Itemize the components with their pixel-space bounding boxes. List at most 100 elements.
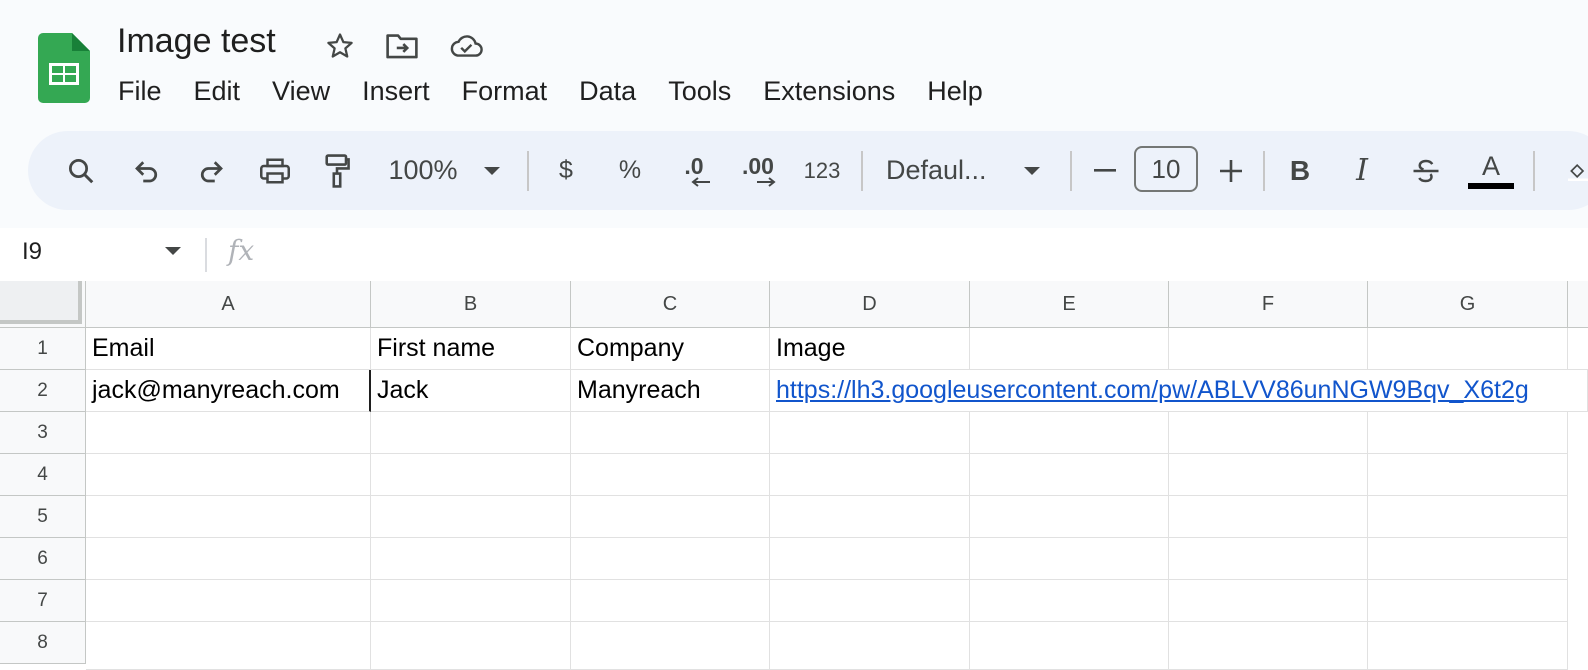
decrease-decimal-button[interactable]: .0 [672, 131, 716, 210]
cell-f7[interactable] [1169, 580, 1368, 622]
cell-d3[interactable] [770, 412, 970, 454]
paint-format-button[interactable] [316, 131, 358, 210]
cell-d8[interactable] [770, 622, 970, 670]
font-dropdown-arrow[interactable] [1020, 131, 1044, 210]
text-color-button[interactable]: A [1468, 131, 1514, 210]
cell-h1[interactable] [1568, 328, 1588, 370]
menu-format[interactable]: Format [446, 72, 564, 114]
cell-b4[interactable] [371, 454, 571, 496]
name-box[interactable]: I9 [22, 238, 42, 266]
cell-g1[interactable] [1368, 328, 1568, 370]
cell-c2[interactable]: Manyreach [571, 370, 770, 412]
cell-a8[interactable] [86, 622, 371, 670]
cell-g3[interactable] [1368, 412, 1568, 454]
cell-b7[interactable] [371, 580, 571, 622]
cell-g6[interactable] [1368, 538, 1568, 580]
cell-g5[interactable] [1368, 496, 1568, 538]
cell-f1[interactable] [1169, 328, 1368, 370]
redo-button[interactable] [190, 131, 232, 210]
cell-a3[interactable] [86, 412, 371, 454]
cell-b1[interactable]: First name [371, 328, 571, 370]
more-formats-button[interactable]: 123 [798, 131, 846, 210]
cell-d4[interactable] [770, 454, 970, 496]
row-header-2[interactable]: 2 [0, 370, 86, 412]
cell-f8[interactable] [1169, 622, 1368, 670]
font-size-input[interactable]: 10 [1134, 146, 1198, 192]
cell-e1[interactable] [970, 328, 1169, 370]
cell-g4[interactable] [1368, 454, 1568, 496]
cell-e5[interactable] [970, 496, 1169, 538]
cell-e6[interactable] [970, 538, 1169, 580]
cell-c5[interactable] [571, 496, 770, 538]
zoom-select[interactable]: 100% [378, 131, 468, 210]
zoom-dropdown-arrow[interactable] [480, 131, 504, 210]
cell-d7[interactable] [770, 580, 970, 622]
caret-down-icon[interactable] [164, 246, 182, 256]
cell-g8[interactable] [1368, 622, 1568, 670]
cell-a5[interactable] [86, 496, 371, 538]
cell-f3[interactable] [1169, 412, 1368, 454]
cell-b5[interactable] [371, 496, 571, 538]
star-icon[interactable] [322, 28, 358, 64]
cell-a7[interactable] [86, 580, 371, 622]
cell-a2[interactable]: jack@manyreach.com [86, 370, 371, 412]
cell-e4[interactable] [970, 454, 1169, 496]
column-header-f[interactable]: F [1169, 281, 1368, 328]
decrease-font-size-button[interactable] [1088, 131, 1122, 210]
cell-c4[interactable] [571, 454, 770, 496]
cell-f4[interactable] [1169, 454, 1368, 496]
row-header-3[interactable]: 3 [0, 412, 86, 454]
column-header-c[interactable]: C [571, 281, 770, 328]
menu-tools[interactable]: Tools [652, 72, 747, 114]
row-header-8[interactable]: 8 [0, 622, 86, 664]
cell-b3[interactable] [371, 412, 571, 454]
cell-e3[interactable] [970, 412, 1169, 454]
cell-d5[interactable] [770, 496, 970, 538]
cell-e7[interactable] [970, 580, 1169, 622]
menu-view[interactable]: View [256, 72, 346, 114]
column-header-h[interactable] [1568, 281, 1588, 328]
column-header-b[interactable]: B [371, 281, 571, 328]
cell-c1[interactable]: Company [571, 328, 770, 370]
cell-a4[interactable] [86, 454, 371, 496]
cell-d6[interactable] [770, 538, 970, 580]
row-header-1[interactable]: 1 [0, 328, 86, 370]
search-menus-button[interactable] [60, 131, 102, 210]
column-header-e[interactable]: E [970, 281, 1169, 328]
percent-format-button[interactable]: % [612, 131, 648, 210]
row-header-7[interactable]: 7 [0, 580, 86, 622]
row-header-6[interactable]: 6 [0, 538, 86, 580]
menu-extensions[interactable]: Extensions [747, 72, 911, 114]
menu-insert[interactable]: Insert [346, 72, 446, 114]
menu-file[interactable]: File [102, 72, 178, 114]
cell-c6[interactable] [571, 538, 770, 580]
cell-d2-link[interactable]: https://lh3.googleusercontent.com/pw/ABL… [770, 370, 1588, 412]
sheets-logo-icon[interactable] [38, 33, 90, 103]
select-all-corner[interactable] [0, 281, 86, 328]
cell-d1[interactable]: Image [770, 328, 970, 370]
print-button[interactable] [254, 131, 296, 210]
menu-edit[interactable]: Edit [178, 72, 257, 114]
increase-font-size-button[interactable] [1214, 131, 1248, 210]
font-select[interactable]: Defaul... [886, 131, 1006, 210]
increase-decimal-button[interactable]: .00 [734, 131, 782, 210]
cell-c3[interactable] [571, 412, 770, 454]
cell-a6[interactable] [86, 538, 371, 580]
frozen-handle[interactable] [0, 281, 82, 324]
move-to-folder-icon[interactable] [384, 28, 420, 64]
cell-b8[interactable] [371, 622, 571, 670]
currency-format-button[interactable]: $ [548, 131, 584, 210]
strikethrough-button[interactable] [1408, 131, 1444, 210]
cloud-saved-icon[interactable] [448, 28, 484, 64]
column-header-g[interactable]: G [1368, 281, 1568, 328]
row-header-4[interactable]: 4 [0, 454, 86, 496]
fill-color-button[interactable] [1548, 131, 1588, 210]
cell-a1[interactable]: Email [86, 328, 371, 370]
menu-help[interactable]: Help [911, 72, 999, 114]
cell-f6[interactable] [1169, 538, 1368, 580]
cell-g7[interactable] [1368, 580, 1568, 622]
cell-b6[interactable] [371, 538, 571, 580]
italic-button[interactable]: I [1344, 131, 1380, 210]
undo-button[interactable] [126, 131, 168, 210]
menu-data[interactable]: Data [563, 72, 652, 114]
